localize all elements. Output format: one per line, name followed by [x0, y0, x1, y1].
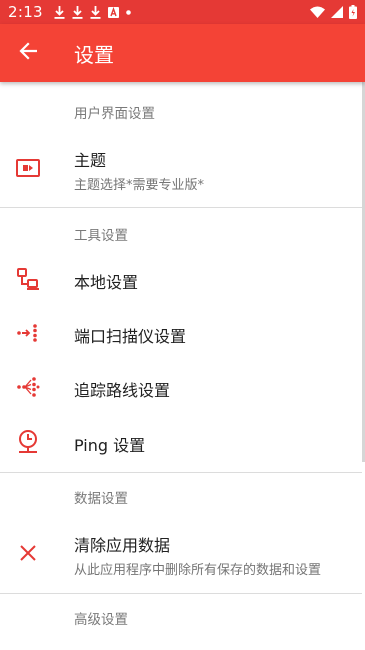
- settings-item-traceroute[interactable]: 追踪路线设置: [0, 362, 362, 416]
- text-icon: [107, 6, 119, 18]
- port-scanner-icon: [16, 321, 40, 349]
- dot-icon: [126, 9, 131, 15]
- settings-item-summary: 主题选择*需要专业版*: [74, 177, 205, 193]
- signal-icon: [331, 6, 343, 18]
- settings-item-title: Ping 设置: [74, 436, 146, 455]
- back-button[interactable]: [0, 24, 56, 82]
- download-icon: [54, 5, 65, 19]
- section-header-data: 数据设置: [74, 491, 128, 507]
- status-time: 2:13: [8, 3, 43, 21]
- download-icon: [72, 5, 83, 19]
- settings-item-title: 本地设置: [74, 273, 139, 292]
- arrow-back-icon: [19, 42, 38, 64]
- clear-icon: [20, 545, 36, 565]
- settings-item-ping[interactable]: Ping 设置: [0, 416, 362, 472]
- settings-item-clear-data[interactable]: 清除应用数据 从此应用程序中删除所有保存的数据和设置: [0, 517, 362, 593]
- ping-icon: [16, 429, 40, 459]
- settings-item-title: 主题: [74, 150, 107, 170]
- local-network-icon: [16, 267, 40, 295]
- page-title: 设置: [74, 42, 114, 67]
- section-header-ui: 用户界面设置: [74, 106, 155, 122]
- settings-list[interactable]: 用户界面设置 主题 主题选择*需要专业版* 工具设置 本地设置 端口扫描仪设置 …: [0, 82, 362, 650]
- section-header-tools: 工具设置: [74, 228, 128, 244]
- battery-icon: [349, 5, 357, 19]
- settings-item-summary: 从此应用程序中删除所有保存的数据和设置: [74, 563, 322, 578]
- settings-item-title: 端口扫描仪设置: [74, 327, 187, 346]
- app-bar: 设置: [0, 24, 365, 82]
- status-bar: 2:13: [0, 0, 365, 24]
- traceroute-icon: [16, 375, 40, 403]
- settings-item-title: 清除应用数据: [74, 536, 171, 555]
- theme-icon: [16, 157, 40, 183]
- download-icon: [90, 5, 101, 19]
- settings-item-title: 追踪路线设置: [74, 381, 171, 400]
- wifi-icon: [310, 6, 325, 18]
- settings-item-local[interactable]: 本地设置: [0, 254, 362, 308]
- settings-item-port-scanner[interactable]: 端口扫描仪设置: [0, 308, 362, 362]
- settings-item-theme[interactable]: 主题 主题选择*需要专业版*: [0, 132, 362, 207]
- section-header-advanced: 高级设置: [74, 612, 128, 628]
